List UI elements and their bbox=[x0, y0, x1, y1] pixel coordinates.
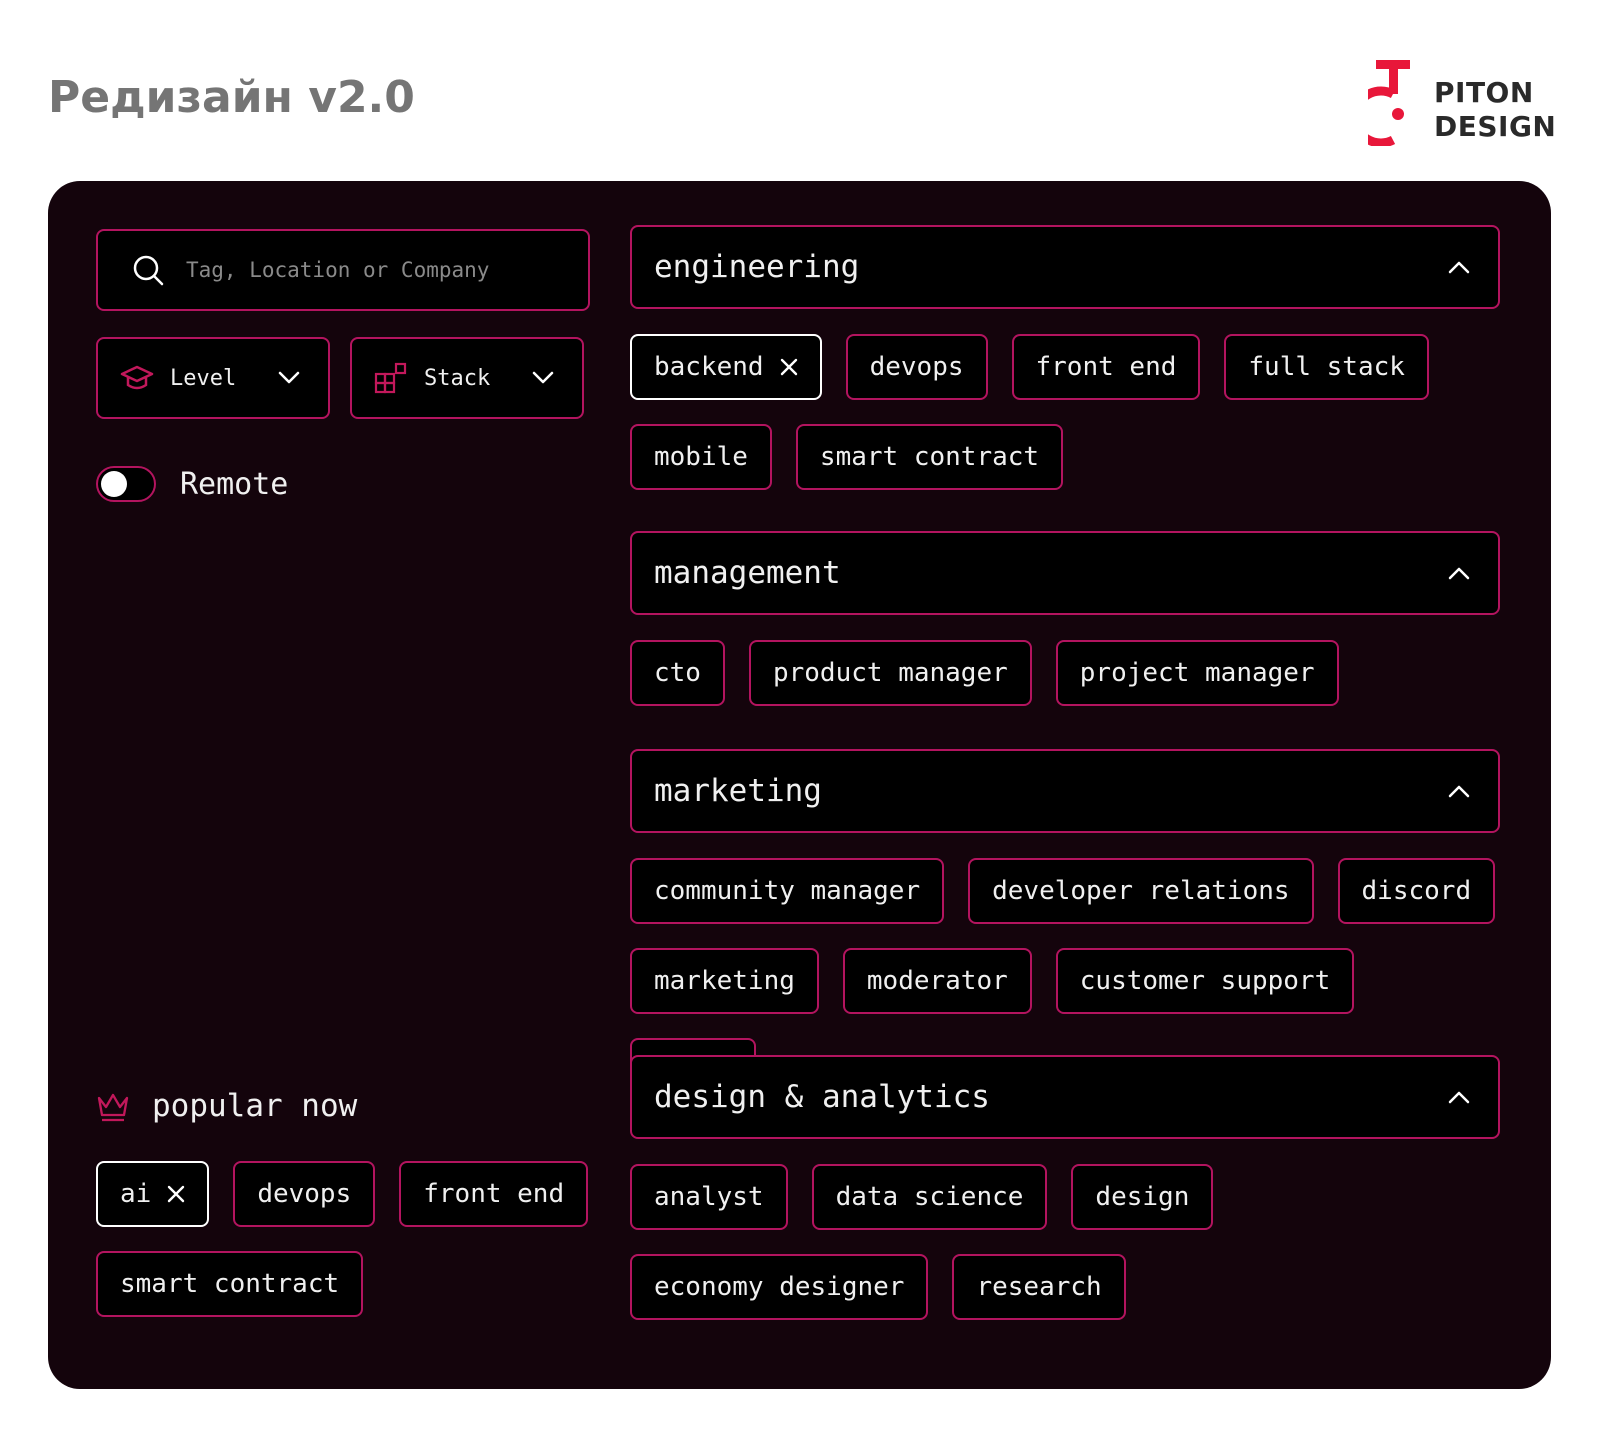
tag-mobile[interactable]: mobile bbox=[630, 424, 772, 490]
tag-label: smart contract bbox=[819, 442, 1040, 472]
popular-now-label: popular now bbox=[152, 1088, 358, 1124]
tag-label: developer relations bbox=[992, 876, 1290, 906]
tag-community-manager[interactable]: community manager bbox=[630, 858, 945, 924]
tag-label: front end bbox=[1035, 352, 1177, 382]
remote-toggle[interactable] bbox=[96, 466, 156, 502]
tag-label: discord bbox=[1361, 876, 1472, 906]
piton-design-logo: PITON DESIGN bbox=[1350, 60, 1558, 148]
search-box[interactable] bbox=[96, 229, 590, 311]
tag-research[interactable]: research bbox=[952, 1254, 1126, 1320]
chevron-down-icon bbox=[278, 371, 300, 385]
remote-label: Remote bbox=[180, 466, 289, 502]
tag-front-end[interactable]: front end bbox=[1011, 334, 1201, 400]
filter-panel: Level Stack Remote popu bbox=[48, 181, 1551, 1389]
tag-marketing[interactable]: marketing bbox=[630, 948, 819, 1014]
tag-devops[interactable]: devops bbox=[233, 1161, 376, 1227]
tag-discord[interactable]: discord bbox=[1337, 858, 1496, 924]
tag-label: front end bbox=[423, 1179, 565, 1209]
category-design-analytics[interactable]: design & analytics bbox=[630, 1055, 1500, 1139]
tag-label: analyst bbox=[654, 1182, 764, 1212]
level-label: Level bbox=[170, 365, 237, 391]
tag-label: smart contract bbox=[120, 1269, 340, 1299]
chevron-up-icon bbox=[1448, 566, 1470, 580]
popular-now-heading: popular now bbox=[96, 1088, 357, 1124]
tag-front-end[interactable]: front end bbox=[399, 1161, 589, 1227]
tag-label: cto bbox=[654, 658, 701, 688]
category-management[interactable]: management bbox=[630, 531, 1500, 615]
tag-label: economy designer bbox=[654, 1272, 905, 1302]
tag-label: data science bbox=[835, 1182, 1024, 1212]
graduation-cap-icon bbox=[120, 363, 154, 393]
management-tags: cto product manager project manager bbox=[630, 640, 1500, 706]
engineering-tags: backend devops front end full stack mobile sm… bbox=[630, 334, 1500, 490]
tag-label: community manager bbox=[654, 876, 921, 906]
design-analytics-tags: analyst data science design economy designe… bbox=[630, 1164, 1500, 1320]
tag-backend[interactable]: backend bbox=[630, 334, 822, 400]
remote-toggle-row: Remote bbox=[96, 466, 288, 502]
tag-cto[interactable]: cto bbox=[630, 640, 725, 706]
tag-ai[interactable]: ai bbox=[96, 1161, 210, 1227]
close-icon[interactable] bbox=[780, 358, 798, 376]
chevron-up-icon bbox=[1448, 260, 1470, 274]
logo-line-2: DESIGN bbox=[1434, 110, 1557, 143]
tag-label: ai bbox=[120, 1179, 152, 1209]
search-icon bbox=[133, 255, 164, 286]
category-title: engineering bbox=[654, 249, 860, 285]
level-dropdown[interactable]: Level bbox=[96, 337, 330, 419]
logo-mark-icon bbox=[1350, 60, 1410, 148]
tag-label: backend bbox=[654, 352, 764, 382]
tag-label: product manager bbox=[772, 658, 1008, 688]
logo-text: PITON DESIGN bbox=[1434, 76, 1556, 144]
tag-label: moderator bbox=[866, 966, 1008, 996]
tag-moderator[interactable]: moderator bbox=[842, 948, 1032, 1014]
logo-line-1: PITON bbox=[1434, 76, 1534, 109]
tag-economy-designer[interactable]: economy designer bbox=[630, 1254, 929, 1320]
tag-label: marketing bbox=[654, 966, 795, 996]
tag-full-stack[interactable]: full stack bbox=[1224, 334, 1429, 400]
search-input[interactable] bbox=[186, 258, 566, 282]
tag-label: devops bbox=[869, 352, 964, 382]
tag-developer-relations[interactable]: developer relations bbox=[968, 858, 1314, 924]
blocks-icon bbox=[374, 361, 408, 395]
tag-design[interactable]: design bbox=[1071, 1164, 1214, 1230]
tag-product-manager[interactable]: product manager bbox=[748, 640, 1032, 706]
category-marketing[interactable]: marketing bbox=[630, 749, 1500, 833]
tag-customer-support[interactable]: customer support bbox=[1055, 948, 1355, 1014]
category-title: design & analytics bbox=[654, 1079, 990, 1115]
tag-smart-contract[interactable]: smart contract bbox=[795, 424, 1064, 490]
tag-project-manager[interactable]: project manager bbox=[1055, 640, 1339, 706]
tag-label: devops bbox=[257, 1179, 352, 1209]
toggle-knob bbox=[101, 471, 127, 497]
stack-label: Stack bbox=[424, 365, 491, 391]
stack-dropdown[interactable]: Stack bbox=[350, 337, 584, 419]
tag-label: customer support bbox=[1079, 966, 1331, 996]
chevron-down-icon bbox=[532, 371, 554, 385]
tag-label: design bbox=[1095, 1182, 1190, 1212]
tag-label: full stack bbox=[1248, 352, 1405, 382]
tag-smart-contract[interactable]: smart contract bbox=[96, 1251, 364, 1317]
chevron-up-icon bbox=[1448, 1090, 1470, 1104]
tag-label: project manager bbox=[1079, 658, 1315, 688]
crown-icon bbox=[97, 1093, 129, 1122]
tag-label: mobile bbox=[654, 442, 748, 472]
tag-analyst[interactable]: analyst bbox=[630, 1164, 788, 1230]
tag-data-science[interactable]: data science bbox=[811, 1164, 1048, 1230]
close-icon[interactable] bbox=[167, 1185, 185, 1203]
page-title: Редизайн v2.0 bbox=[48, 72, 415, 123]
category-title: marketing bbox=[654, 773, 822, 809]
category-title: management bbox=[654, 555, 841, 591]
category-engineering[interactable]: engineering bbox=[630, 225, 1500, 309]
popular-tags: ai devops front end smart contract bbox=[96, 1161, 596, 1317]
tag-label: research bbox=[976, 1272, 1102, 1302]
tag-devops[interactable]: devops bbox=[845, 334, 988, 400]
chevron-up-icon bbox=[1448, 784, 1470, 798]
